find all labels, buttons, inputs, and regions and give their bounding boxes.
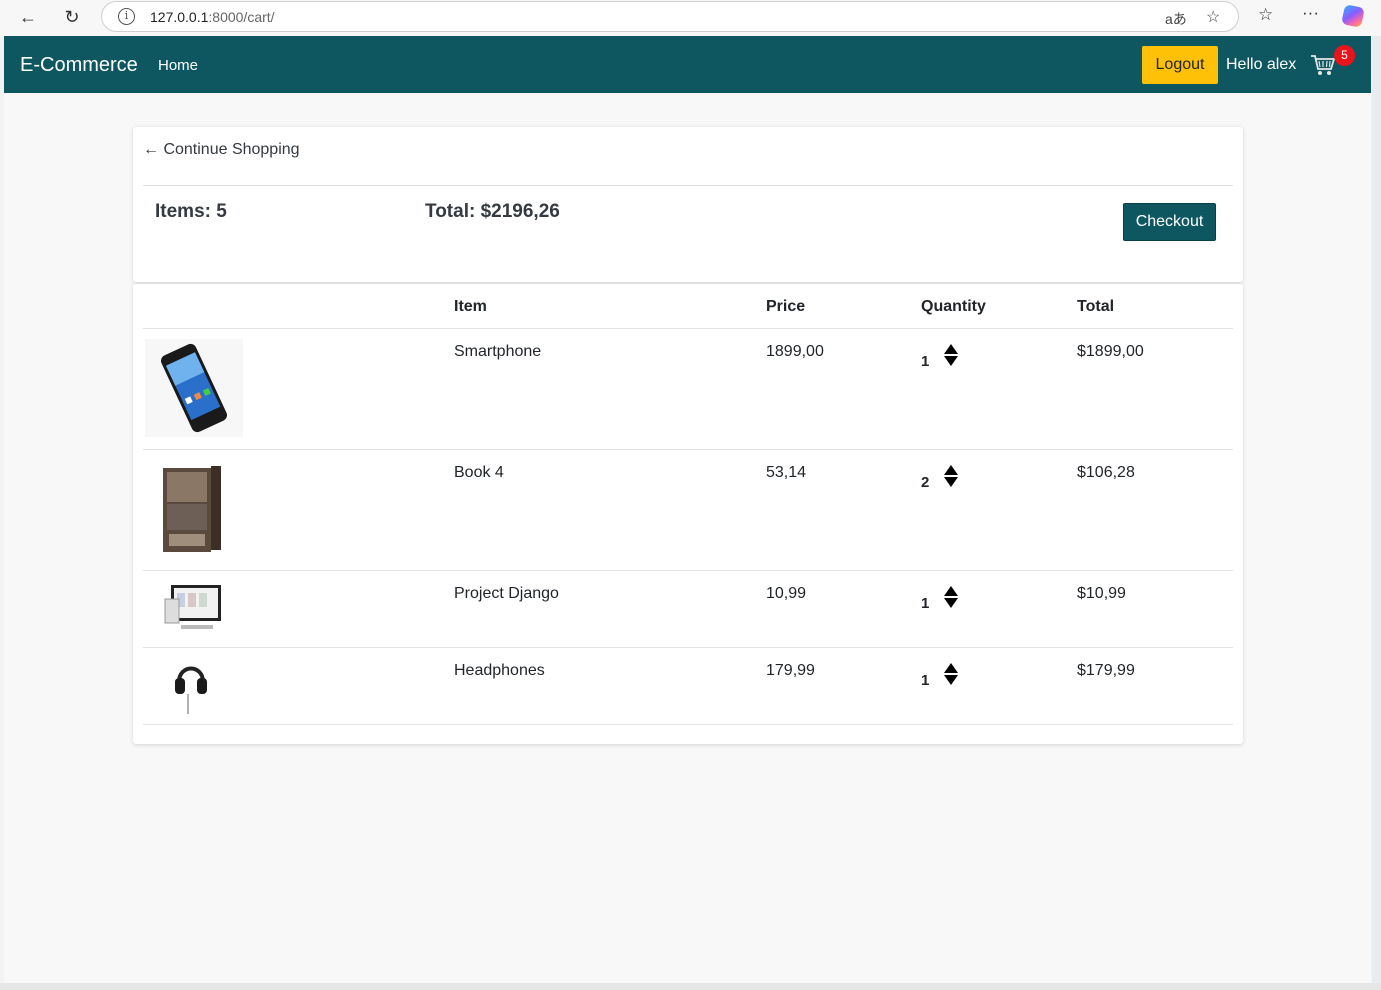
row-divider bbox=[143, 724, 1233, 725]
items-count: Items: 5 bbox=[155, 201, 227, 222]
more-options-icon[interactable]: ··· bbox=[1302, 3, 1319, 23]
nav-home-link[interactable]: Home bbox=[158, 57, 198, 74]
item-price: 1899,00 bbox=[766, 343, 824, 360]
decrease-quantity-icon[interactable] bbox=[944, 356, 958, 366]
book-image bbox=[163, 466, 221, 552]
back-icon[interactable]: ← bbox=[13, 3, 43, 31]
cart-count-badge: 5 bbox=[1334, 45, 1355, 66]
devices-image bbox=[164, 585, 221, 629]
checkout-button[interactable]: Checkout bbox=[1123, 203, 1216, 241]
item-name: Smartphone bbox=[454, 343, 542, 360]
translate-icon[interactable]: aあ bbox=[1165, 9, 1187, 29]
header-item: Item bbox=[454, 298, 487, 315]
item-total: $10,99 bbox=[1077, 585, 1126, 602]
quantity-stepper bbox=[944, 344, 958, 366]
increase-quantity-icon[interactable] bbox=[944, 586, 958, 596]
cart-items-table: Item Price Quantity Total Smartphone 189… bbox=[133, 284, 1243, 744]
header-price: Price bbox=[766, 298, 806, 315]
item-quantity: 1 bbox=[921, 672, 930, 689]
favorites-icon[interactable]: ☆ bbox=[1258, 5, 1273, 25]
brand-logo[interactable]: E-Commerce bbox=[20, 54, 138, 77]
quantity-stepper bbox=[944, 663, 958, 685]
continue-shopping-link[interactable]: ← Continue Shopping bbox=[143, 141, 300, 159]
right-edge bbox=[1372, 36, 1381, 990]
item-price: 179,99 bbox=[766, 662, 815, 679]
cart-total: Total: $2196,26 bbox=[425, 201, 560, 222]
bottom-edge bbox=[0, 983, 1381, 990]
address-url[interactable]: 127.0.0.1:8000/cart/ bbox=[150, 9, 275, 25]
item-total: $179,99 bbox=[1077, 662, 1135, 679]
item-total: $106,28 bbox=[1077, 464, 1135, 481]
increase-quantity-icon[interactable] bbox=[944, 663, 958, 673]
copilot-icon[interactable] bbox=[1341, 4, 1365, 28]
user-greeting: Hello alex bbox=[1226, 56, 1297, 73]
cart-icon[interactable] bbox=[1310, 53, 1336, 77]
decrease-quantity-icon[interactable] bbox=[944, 675, 958, 685]
decrease-quantity-icon[interactable] bbox=[944, 598, 958, 608]
row-divider bbox=[143, 328, 1233, 329]
item-name: Project Django bbox=[454, 585, 559, 602]
logout-button[interactable]: Logout bbox=[1142, 46, 1218, 84]
reload-icon[interactable]: ↻ bbox=[57, 3, 87, 31]
site-navbar: E-Commerce Home Logout Hello alex 5 bbox=[4, 36, 1371, 93]
item-quantity: 1 bbox=[921, 353, 930, 370]
headphones-image bbox=[175, 666, 207, 714]
row-divider bbox=[143, 647, 1233, 648]
address-bar[interactable]: i 127.0.0.1:8000/cart/ aあ ☆ bbox=[101, 1, 1239, 32]
header-total: Total bbox=[1077, 298, 1115, 315]
item-price: 53,14 bbox=[766, 464, 807, 481]
browser-toolbar: ← ↻ i 127.0.0.1:8000/cart/ aあ ☆ ☆ ··· bbox=[0, 0, 1381, 36]
item-quantity: 2 bbox=[921, 474, 930, 491]
decrease-quantity-icon[interactable] bbox=[944, 477, 958, 487]
item-quantity: 1 bbox=[921, 595, 930, 612]
row-divider bbox=[143, 449, 1233, 450]
row-divider bbox=[143, 570, 1233, 571]
increase-quantity-icon[interactable] bbox=[944, 465, 958, 475]
divider bbox=[143, 185, 1233, 186]
quantity-stepper bbox=[944, 586, 958, 608]
item-name: Headphones bbox=[454, 662, 545, 679]
favorite-star-icon[interactable]: ☆ bbox=[1206, 7, 1220, 27]
cart-summary-box: ← Continue Shopping Items: 5 Total: $219… bbox=[133, 127, 1243, 282]
quantity-stepper bbox=[944, 465, 958, 487]
smartphone-image bbox=[145, 339, 243, 437]
increase-quantity-icon[interactable] bbox=[944, 344, 958, 354]
item-price: 10,99 bbox=[766, 585, 807, 602]
header-quantity: Quantity bbox=[921, 298, 986, 315]
item-name: Book 4 bbox=[454, 464, 504, 481]
site-info-icon[interactable]: i bbox=[118, 8, 135, 25]
item-total: $1899,00 bbox=[1077, 343, 1144, 360]
